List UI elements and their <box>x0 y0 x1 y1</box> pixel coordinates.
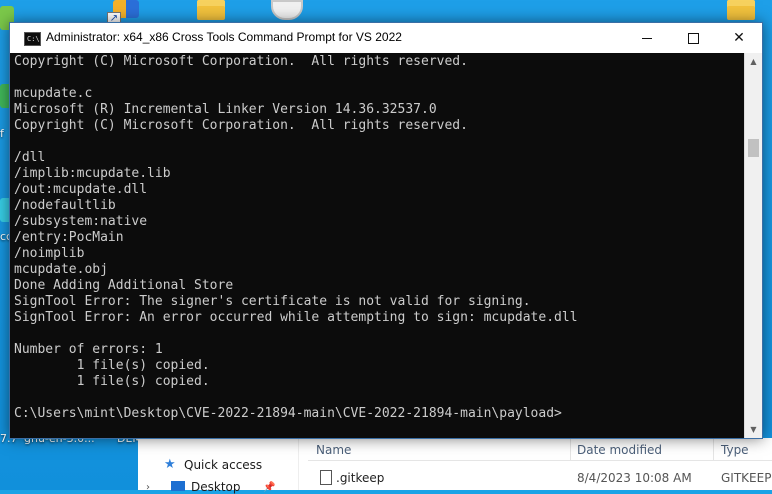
console-line: Number of errors: 1 <box>14 342 163 357</box>
console-line: /noimplib <box>14 246 85 261</box>
console-line: /out:mcupdate.dll <box>14 182 148 197</box>
maximize-button[interactable] <box>670 23 716 53</box>
column-header: Name Date modified Type <box>308 438 772 461</box>
maximize-icon <box>687 32 699 44</box>
column-date-modified[interactable]: Date modified <box>577 443 662 457</box>
scroll-up-arrow-icon[interactable]: ▲ <box>745 53 762 70</box>
console-line: Microsoft (R) Incremental Linker Version… <box>14 102 437 117</box>
console-line: /subsystem:native <box>14 214 148 229</box>
console-line: C:\Users\mint\Desktop\CVE-2022-21894-mai… <box>14 406 562 421</box>
column-separator[interactable] <box>570 438 571 460</box>
console-line: /dll <box>14 150 46 165</box>
file-type: GITKEEP F <box>721 471 772 485</box>
nav-quick-access[interactable]: Quick access <box>184 458 262 472</box>
pin-icon[interactable]: 📌 <box>263 482 275 493</box>
console-line: /implib:mcupdate.lib <box>14 166 171 181</box>
column-separator[interactable] <box>713 438 714 460</box>
console-line: /nodefaultlib <box>14 198 116 213</box>
chevron-right-icon[interactable]: › <box>146 482 150 493</box>
star-icon: ★ <box>164 457 176 472</box>
console-line: SignTool Error: The signer's certificate… <box>14 294 531 309</box>
disc-icon[interactable] <box>271 0 303 20</box>
console-line: Copyright (C) Microsoft Corporation. All… <box>14 54 468 69</box>
minimize-icon <box>642 37 652 39</box>
shield-icon[interactable]: ↗ <box>107 0 139 26</box>
command-prompt-window[interactable]: C:\ Administrator: x64_x86 Cross Tools C… <box>9 22 763 439</box>
scroll-thumb[interactable] <box>748 139 759 157</box>
console-line: SignTool Error: An error occurred while … <box>14 310 578 325</box>
folder-icon[interactable] <box>197 0 225 20</box>
minimize-button[interactable] <box>624 23 670 53</box>
desktop-label: f <box>0 127 4 140</box>
cmd-icon[interactable]: C:\ <box>24 32 41 46</box>
navigation-pane: ★ Quick access 📌 › Desktop <box>138 438 299 494</box>
close-button[interactable]: ✕ <box>716 23 762 53</box>
folder-icon[interactable] <box>727 0 755 20</box>
console-line: /entry:PocMain <box>14 230 124 245</box>
console-line: Done Adding Additional Store <box>14 278 234 293</box>
file-icon <box>320 470 332 485</box>
column-name[interactable]: Name <box>316 443 351 457</box>
console-line: mcupdate.c <box>14 86 93 101</box>
nav-desktop[interactable]: Desktop <box>191 480 241 494</box>
title-bar[interactable]: C:\ Administrator: x64_x86 Cross Tools C… <box>10 23 762 53</box>
file-row[interactable]: .gitkeep 8/4/2023 10:08 AM GITKEEP F <box>308 468 772 488</box>
file-date: 8/4/2023 10:08 AM <box>577 471 692 485</box>
console-line: Copyright (C) Microsoft Corporation. All… <box>14 118 468 133</box>
window-title: Administrator: x64_x86 Cross Tools Comma… <box>46 30 402 44</box>
column-type[interactable]: Type <box>721 443 749 457</box>
scroll-down-arrow-icon[interactable]: ▼ <box>745 421 762 438</box>
console-line: mcupdate.obj <box>14 262 108 277</box>
console-line: 1 file(s) copied. <box>14 374 210 389</box>
file-name: .gitkeep <box>336 471 385 485</box>
file-explorer-window: ★ Quick access 📌 › Desktop Name Date mod… <box>138 438 772 494</box>
vertical-scrollbar[interactable]: ▲ ▼ <box>744 53 762 438</box>
console-line: 1 file(s) copied. <box>14 358 210 373</box>
console-output[interactable]: Copyright (C) Microsoft Corporation. All… <box>14 53 744 438</box>
close-icon: ✕ <box>733 30 745 46</box>
desktop-background: ↗ f ccu 7.7 gnu-en-3.0... DEM ★ Quick ac… <box>0 0 772 494</box>
